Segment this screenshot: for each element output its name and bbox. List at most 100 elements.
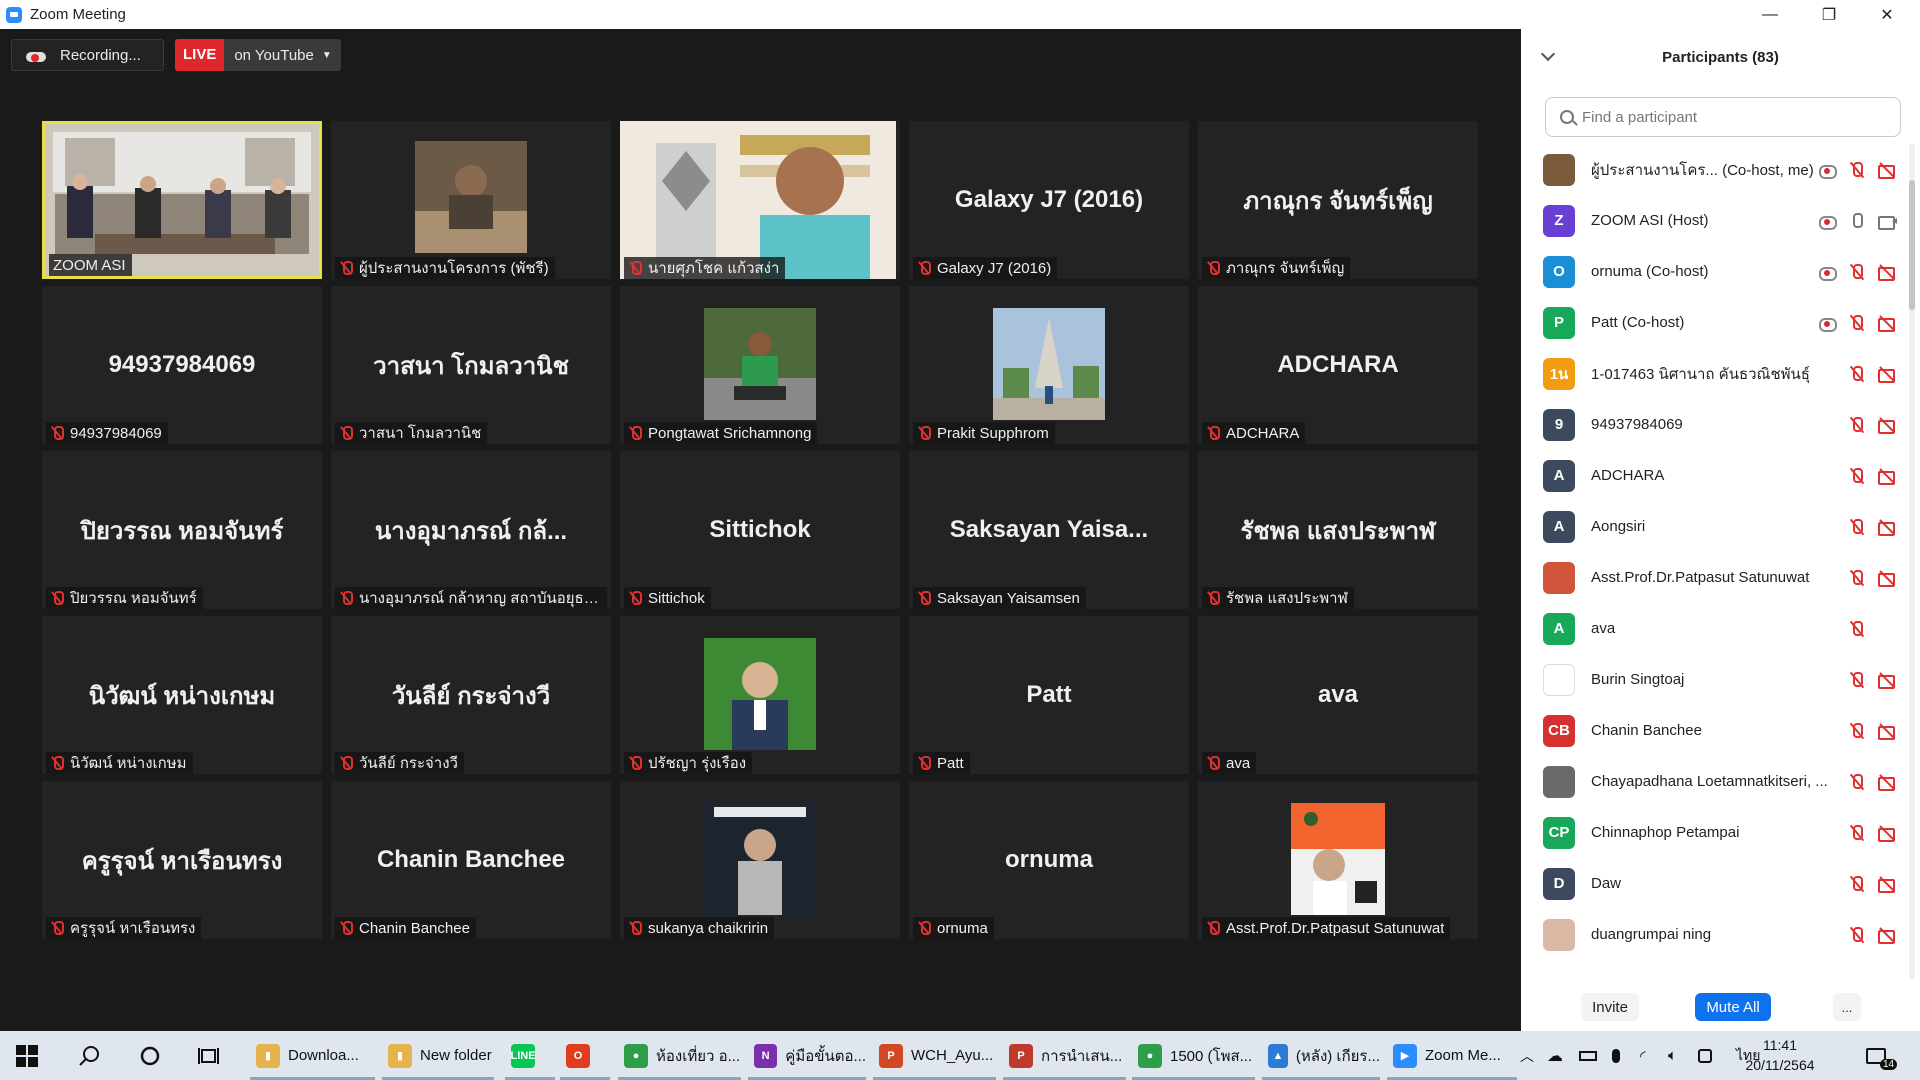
camera-off-icon[interactable] [1878, 824, 1896, 842]
participant-search-input[interactable] [1582, 108, 1882, 126]
video-tile[interactable]: ZOOM ASI [42, 121, 322, 279]
volume-icon[interactable]: 🔈︎ [1668, 1031, 1677, 1080]
close-button[interactable]: ✕ [1858, 0, 1916, 29]
taskbar-clock[interactable]: 11:41 20/11/2564 [1735, 1035, 1825, 1075]
mic-muted-icon[interactable] [1848, 671, 1866, 689]
start-button[interactable] [16, 1031, 38, 1080]
video-tile[interactable]: Asst.Prof.Dr.Patpasut Satunuwat [1198, 781, 1478, 939]
mic-muted-icon[interactable] [1848, 569, 1866, 587]
video-tile[interactable]: ADCHARA ADCHARA [1198, 286, 1478, 444]
taskbar-search-button[interactable] [78, 1031, 100, 1080]
onedrive-icon[interactable]: ☁ [1547, 1031, 1563, 1080]
participant-row[interactable]: Chayapadhana Loetamnatkitseri, ... [1521, 756, 1909, 807]
taskbar-app[interactable]: P การนำเสน... [1003, 1031, 1126, 1080]
camera-off-icon[interactable] [1878, 314, 1896, 332]
participant-row[interactable]: 9 94937984069 [1521, 399, 1909, 450]
mic-muted-icon[interactable] [1848, 467, 1866, 485]
camera-off-icon[interactable] [1878, 518, 1896, 536]
taskbar-app[interactable]: N คู่มือขั้นตอ... [748, 1031, 866, 1080]
mic-muted-icon[interactable] [1848, 824, 1866, 842]
notification-center-button[interactable]: 14 [1866, 1031, 1898, 1080]
maximize-button[interactable]: ❐ [1800, 0, 1858, 29]
video-tile[interactable]: ภาณุกร จันทร์เพ็ญ ภาณุกร จันทร์เพ็ญ [1198, 121, 1478, 279]
video-tile[interactable]: Pongtawat Srichamnong [620, 286, 900, 444]
meet-now-icon[interactable] [1698, 1031, 1712, 1080]
camera-off-icon[interactable] [1878, 722, 1896, 740]
participant-list-scrollbar[interactable] [1909, 144, 1915, 979]
mute-all-button[interactable]: Mute All [1695, 993, 1771, 1021]
participant-row[interactable]: ผู้ประสานงานโคร... (Co-host, me) [1521, 144, 1909, 195]
participant-row[interactable]: D Daw [1521, 858, 1909, 909]
live-stream-indicator[interactable]: LIVE on YouTube ▼ [175, 39, 341, 71]
taskbar-app[interactable]: ▲ (หลัง) เกียร... [1262, 1031, 1380, 1080]
participant-row[interactable]: CB Chanin Banchee [1521, 705, 1909, 756]
mic-muted-icon[interactable] [1848, 620, 1866, 638]
microphone-icon[interactable] [1612, 1031, 1620, 1080]
taskbar-app[interactable]: P WCH_Ayu... [873, 1031, 996, 1080]
video-tile[interactable]: รัชพล แสงประพาฬ รัชพล แสงประพาฬ [1198, 451, 1478, 609]
video-tile[interactable]: ผู้ประสานงานโครงการ (พัชรี) [331, 121, 611, 279]
video-tile[interactable]: ปิยวรรณ หอมจันทร์ ปิยวรรณ หอมจันทร์ [42, 451, 322, 609]
participant-row[interactable]: CP Chinnaphop Petampai [1521, 807, 1909, 858]
taskbar-app[interactable]: ▮ Downloa... [250, 1031, 375, 1080]
chevron-down-icon[interactable] [1540, 46, 1556, 62]
participant-row[interactable]: P Patt (Co-host) [1521, 297, 1909, 348]
participant-row[interactable]: Asst.Prof.Dr.Patpasut Satunuwat [1521, 552, 1909, 603]
mic-muted-icon[interactable] [1848, 518, 1866, 536]
camera-off-icon[interactable] [1878, 416, 1896, 434]
invite-button[interactable]: Invite [1581, 993, 1639, 1021]
taskbar-app[interactable]: ▶ Zoom Me... [1387, 1031, 1517, 1080]
mic-muted-icon[interactable] [1848, 722, 1866, 740]
camera-off-icon[interactable] [1878, 161, 1896, 179]
camera-off-icon[interactable] [1878, 569, 1896, 587]
participant-row[interactable]: Z ZOOM ASI (Host) [1521, 195, 1909, 246]
minimize-button[interactable]: — [1741, 0, 1799, 29]
task-view-button[interactable] [198, 1031, 220, 1080]
mic-muted-icon[interactable] [1848, 875, 1866, 893]
mic-muted-icon[interactable] [1848, 926, 1866, 944]
taskbar-app[interactable]: ● ห้องเที่ยว อ... [618, 1031, 741, 1080]
mic-icon[interactable] [1848, 212, 1866, 230]
scrollbar-thumb[interactable] [1909, 180, 1915, 310]
video-tile[interactable]: Sittichok Sittichok [620, 451, 900, 609]
taskbar-app[interactable]: O [560, 1031, 610, 1080]
video-tile[interactable]: วันลีย์ กระจ่างวี วันลีย์ กระจ่างวี [331, 616, 611, 774]
participant-row[interactable]: Aava [1521, 603, 1909, 654]
participant-row[interactable]: A Aongsiri [1521, 501, 1909, 552]
taskbar-app[interactable]: ▮ New folder [382, 1031, 494, 1080]
participant-row[interactable]: Oornuma (Co-host) [1521, 246, 1909, 297]
camera-off-icon[interactable] [1878, 926, 1896, 944]
participant-row[interactable]: A ADCHARA [1521, 450, 1909, 501]
video-tile[interactable]: วาสนา โกมลวานิช วาสนา โกมลวานิช [331, 286, 611, 444]
camera-off-icon[interactable] [1878, 365, 1896, 383]
video-tile[interactable]: นายศุภโชค แก้วสง่า [620, 121, 900, 279]
mic-muted-icon[interactable] [1848, 314, 1866, 332]
recording-indicator[interactable]: Recording... [11, 39, 164, 71]
cortana-button[interactable] [139, 1031, 161, 1080]
mic-muted-icon[interactable] [1848, 416, 1866, 434]
camera-off-icon[interactable] [1878, 671, 1896, 689]
camera-off-icon[interactable] [1878, 875, 1896, 893]
wifi-icon[interactable]: ◜ [1640, 1031, 1646, 1080]
participant-row[interactable]: Burin Singtoaj [1521, 654, 1909, 705]
mic-muted-icon[interactable] [1848, 263, 1866, 281]
camera-off-icon[interactable] [1878, 467, 1896, 485]
battery-icon[interactable] [1579, 1031, 1597, 1080]
video-tile[interactable]: ava ava [1198, 616, 1478, 774]
video-tile[interactable]: ครูรุจน์ หาเรือนทรง ครูรุจน์ หาเรือนทรง [42, 781, 322, 939]
video-tile[interactable]: Galaxy J7 (2016) Galaxy J7 (2016) [909, 121, 1189, 279]
video-tile[interactable]: นางอุมาภรณ์ กล้... นางอุมาภรณ์ กล้าหาญ สถ… [331, 451, 611, 609]
video-tile[interactable]: Patt Patt [909, 616, 1189, 774]
participant-row[interactable]: duangrumpai ning [1521, 909, 1909, 960]
video-tile[interactable]: Prakit Supphrom [909, 286, 1189, 444]
mic-muted-icon[interactable] [1848, 365, 1866, 383]
video-tile[interactable]: 94937984069 94937984069 [42, 286, 322, 444]
camera-off-icon[interactable] [1878, 263, 1896, 281]
more-button[interactable]: ... [1833, 993, 1861, 1021]
chevron-up-icon[interactable]: ︿ [1520, 1031, 1534, 1080]
video-tile[interactable]: ปรัชญา รุ่งเรือง [620, 616, 900, 774]
video-tile[interactable]: ornuma ornuma [909, 781, 1189, 939]
mic-muted-icon[interactable] [1848, 161, 1866, 179]
taskbar-app[interactable]: ● 1500 (โพส... [1132, 1031, 1255, 1080]
video-tile[interactable]: Saksayan Yaisa... Saksayan Yaisamsen [909, 451, 1189, 609]
